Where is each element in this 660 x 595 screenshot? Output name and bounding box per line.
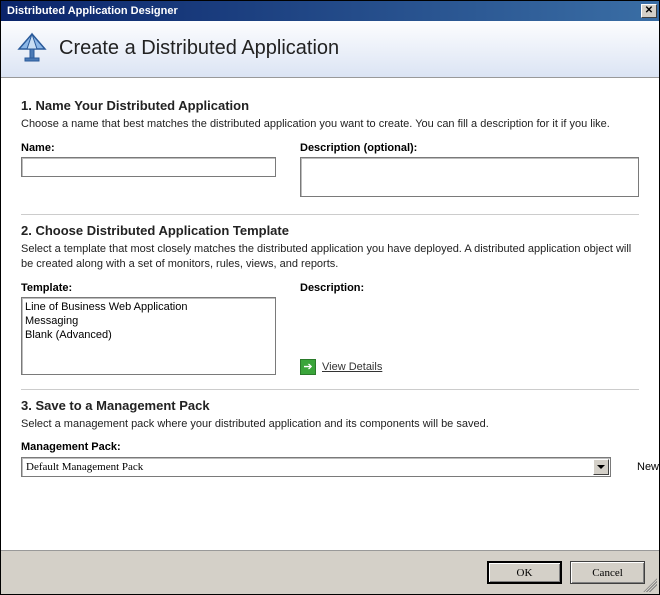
- titlebar: Distributed Application Designer ✕: [1, 1, 659, 21]
- description-label: Description (optional):: [300, 142, 639, 154]
- cancel-button[interactable]: Cancel: [570, 561, 645, 584]
- button-bar: OK Cancel: [1, 550, 659, 594]
- header-banner: Create a Distributed Application: [1, 21, 659, 78]
- name-input[interactable]: [21, 157, 276, 177]
- view-details-link[interactable]: ➔ View Details: [300, 359, 382, 375]
- divider: [21, 389, 639, 390]
- distributed-app-icon: [15, 31, 49, 65]
- arrow-right-icon: ➔: [300, 359, 316, 375]
- section2-heading: 2. Choose Distributed Application Templa…: [21, 223, 639, 238]
- template-listbox[interactable]: Line of Business Web Application Messagi…: [21, 297, 276, 375]
- section1-heading: 1. Name Your Distributed Application: [21, 98, 639, 113]
- window-title: Distributed Application Designer: [7, 5, 178, 17]
- section2-desc: Select a template that most closely matc…: [21, 242, 639, 272]
- view-details-label: View Details: [322, 361, 382, 373]
- list-item[interactable]: Blank (Advanced): [25, 328, 272, 342]
- ok-button[interactable]: OK: [487, 561, 562, 584]
- close-button[interactable]: ✕: [641, 4, 657, 18]
- section3-heading: 3. Save to a Management Pack: [21, 398, 639, 413]
- new-mp-button[interactable]: New...: [631, 461, 659, 473]
- chevron-down-icon[interactable]: [593, 459, 609, 475]
- section3-desc: Select a management pack where your dist…: [21, 417, 639, 432]
- content-area: 1. Name Your Distributed Application Cho…: [1, 78, 659, 550]
- management-pack-select[interactable]: Default Management Pack: [21, 457, 611, 477]
- section1-desc: Choose a name that best matches the dist…: [21, 117, 639, 132]
- select-value: Default Management Pack: [26, 461, 143, 473]
- template-label: Template:: [21, 282, 276, 294]
- page-title: Create a Distributed Application: [59, 37, 339, 60]
- list-item[interactable]: Messaging: [25, 314, 272, 328]
- template-desc-label: Description:: [300, 282, 639, 294]
- mp-label: Management Pack:: [21, 441, 639, 453]
- description-input[interactable]: [300, 157, 639, 197]
- resize-grip-icon[interactable]: [643, 578, 657, 592]
- dialog-window: Distributed Application Designer ✕ Creat…: [0, 0, 660, 595]
- divider: [21, 214, 639, 215]
- list-item[interactable]: Line of Business Web Application: [25, 300, 272, 314]
- name-label: Name:: [21, 142, 276, 154]
